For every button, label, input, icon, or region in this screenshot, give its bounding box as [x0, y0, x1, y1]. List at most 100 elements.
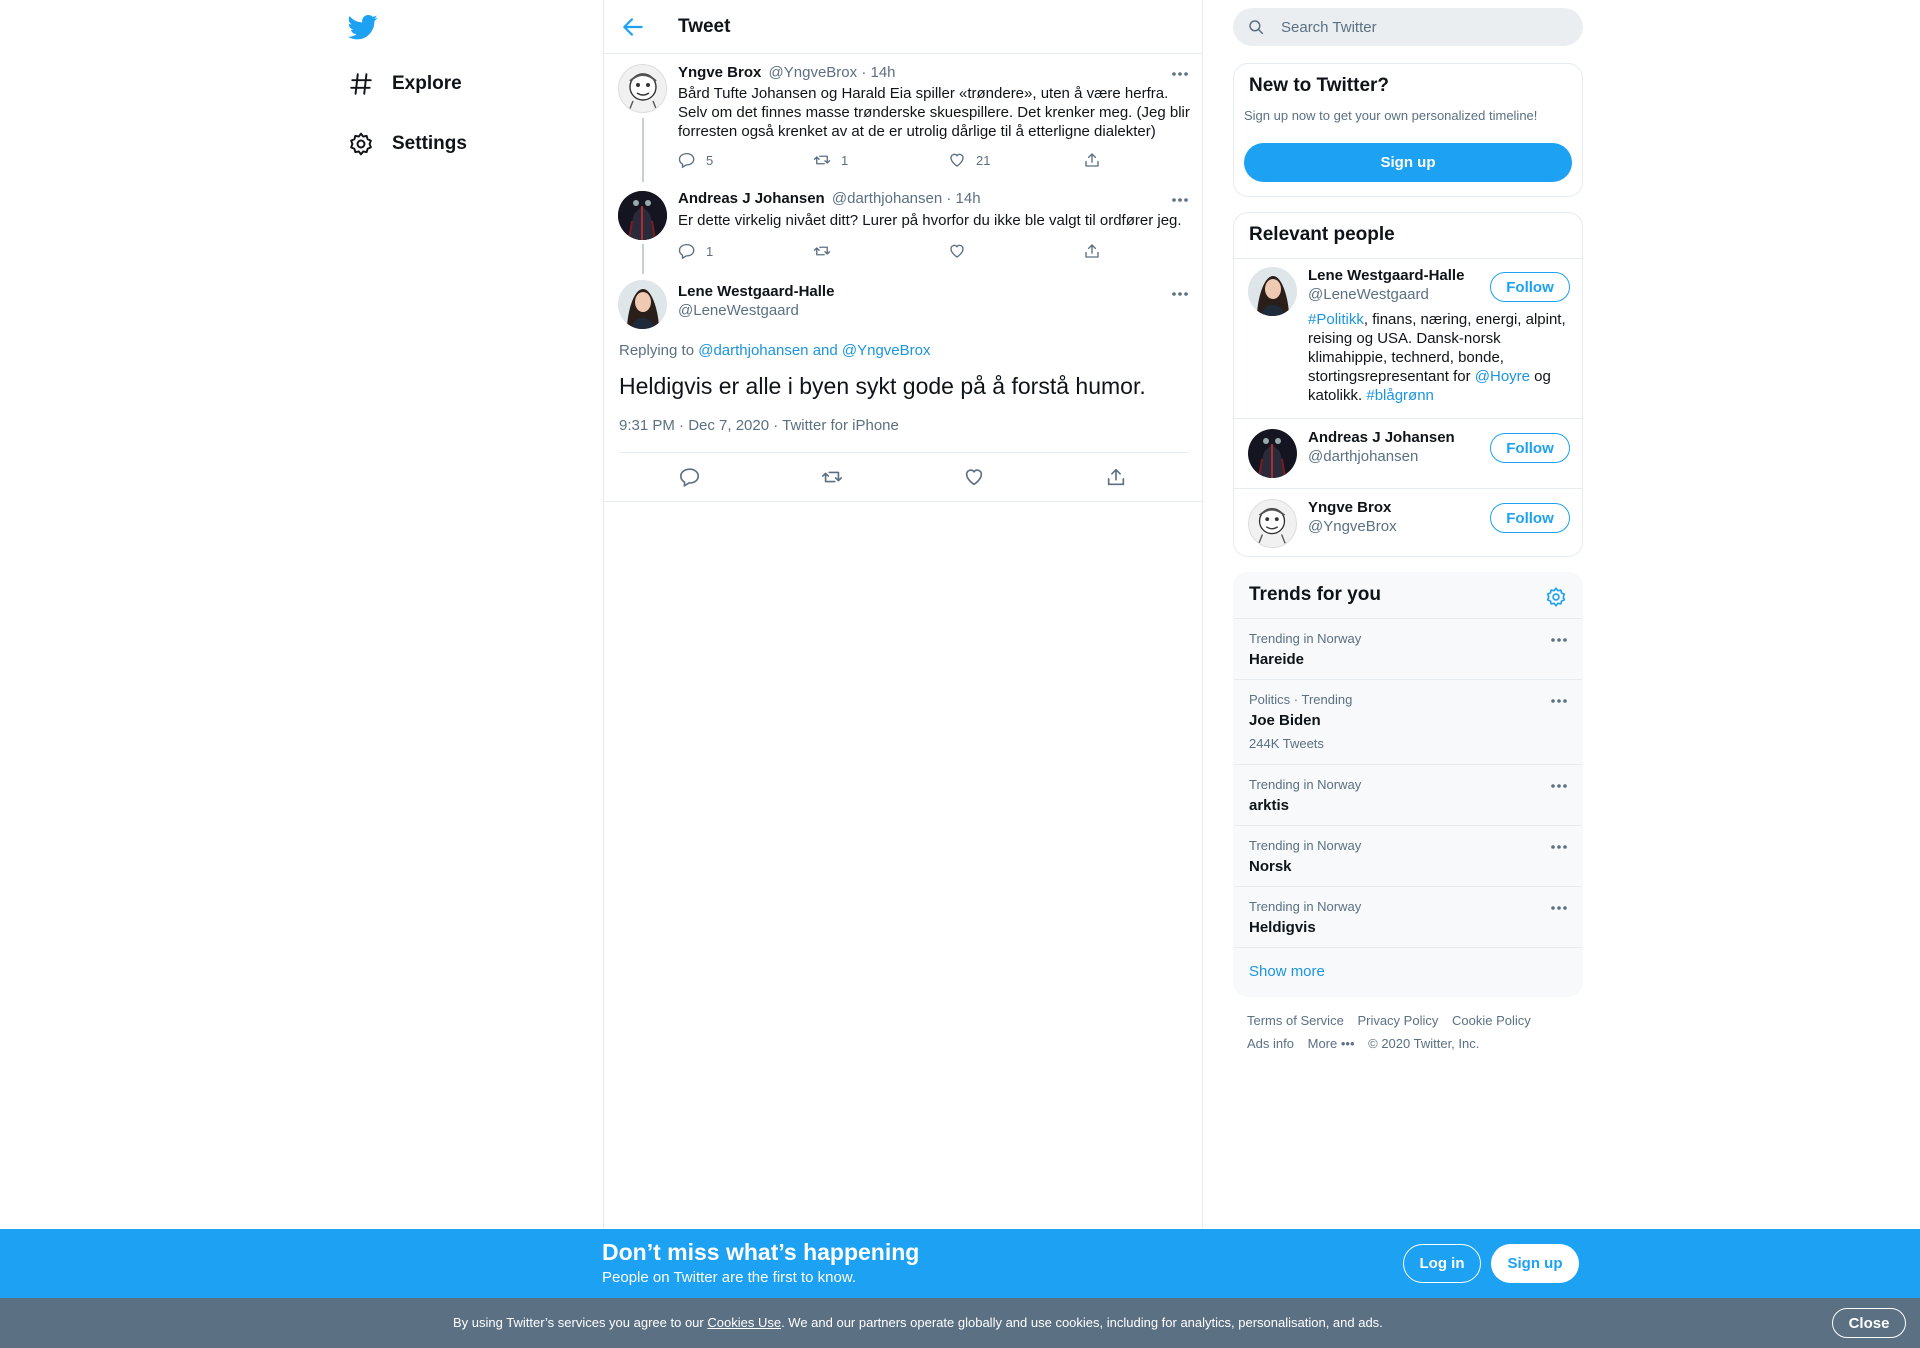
divider	[604, 501, 1204, 502]
nav-settings-label: Settings	[392, 133, 467, 154]
retweet-icon[interactable]	[821, 466, 843, 488]
reply-icon	[678, 152, 695, 169]
show-more-link[interactable]: Show more	[1249, 963, 1325, 980]
close-button[interactable]: Close	[1832, 1308, 1906, 1338]
cookie-suffix: . We and our partners operate globally a…	[781, 1315, 1383, 1330]
author-handle[interactable]: @LeneWestgaard	[678, 302, 799, 319]
bio-mention[interactable]: @Hoyre	[1475, 368, 1530, 385]
person-handle[interactable]: @darthjohansen	[1308, 448, 1418, 465]
trend-context: Trending in Norway	[1249, 631, 1362, 646]
bio-hashtag[interactable]: #blågrønn	[1366, 387, 1434, 404]
login-button[interactable]: Log in	[1403, 1244, 1481, 1283]
trend-name: Hareide	[1249, 651, 1305, 668]
replying-to-link[interactable]: @darthjohansen and @YngveBrox	[698, 342, 930, 359]
author-handle[interactable]: @darthjohansen	[832, 190, 942, 207]
trend-context: Trending in Norway	[1249, 899, 1362, 914]
nav-explore-label: Explore	[392, 73, 462, 94]
author-name[interactable]: Andreas J Johansen	[678, 190, 825, 207]
thread-tweet[interactable]: Yngve Brox @YngveBrox · 14h Bård Tufte J…	[604, 54, 1204, 182]
person-handle[interactable]: @YngveBrox	[1308, 518, 1397, 535]
person-name[interactable]: Lene Westgaard-Halle	[1308, 267, 1464, 284]
trend-item[interactable]: Trending in Norway Norsk	[1234, 825, 1582, 886]
more-options-icon[interactable]	[1549, 842, 1569, 852]
nav-settings[interactable]: Settings	[348, 129, 467, 159]
banner-signup-button[interactable]: Sign up	[1491, 1244, 1579, 1283]
avatar[interactable]	[1248, 429, 1297, 478]
tweet-time[interactable]: · 14h	[861, 64, 895, 81]
reply-button[interactable]: 1	[678, 242, 713, 260]
author-name[interactable]: Lene Westgaard-Halle	[678, 283, 834, 300]
more-options-icon[interactable]	[1170, 68, 1190, 80]
author-handle[interactable]: @YngveBrox	[769, 64, 858, 81]
avatar[interactable]	[618, 64, 667, 113]
trend-item[interactable]: Trending in Norway Heldigvis	[1234, 886, 1582, 947]
share-icon	[1085, 244, 1099, 258]
avatar[interactable]	[1248, 267, 1297, 316]
cookie-bar: By using Twitter’s services you agree to…	[0, 1298, 1920, 1348]
more-options-icon[interactable]	[1549, 781, 1569, 791]
more-options-icon[interactable]	[1549, 635, 1569, 645]
more-options-icon[interactable]	[1170, 194, 1190, 206]
trend-item[interactable]: Trending in Norway arktis	[1234, 764, 1582, 825]
tweet-time[interactable]: · 14h	[946, 190, 980, 207]
reply-icon	[678, 243, 695, 260]
back-arrow-icon[interactable]	[620, 14, 646, 40]
show-more-row[interactable]: Show more	[1234, 947, 1582, 996]
retweet-button[interactable]: 1	[813, 151, 848, 169]
focus-tweet-actions	[604, 454, 1204, 500]
more-options-icon[interactable]	[1549, 696, 1569, 706]
more-options-icon[interactable]	[1170, 288, 1190, 300]
footer-link[interactable]: Ads info	[1247, 1036, 1294, 1051]
bio-hashtag[interactable]: #Politikk	[1308, 311, 1364, 328]
footer-link[interactable]: Terms of Service	[1247, 1013, 1344, 1028]
search-box[interactable]	[1233, 8, 1583, 46]
avatar[interactable]	[618, 191, 667, 240]
author-name[interactable]: Yngve Brox	[678, 64, 761, 81]
card-title: Relevant people	[1249, 224, 1395, 245]
trend-item[interactable]: Trending in Norway Hareide	[1234, 618, 1582, 679]
person-bio: #Politikk, finans, næring, energi, alpin…	[1308, 310, 1568, 405]
avatar[interactable]	[618, 280, 667, 329]
footer-link[interactable]: Privacy Policy	[1357, 1013, 1438, 1028]
share-button[interactable]	[1083, 242, 1111, 260]
follow-button[interactable]: Follow	[1490, 272, 1570, 302]
thread-tweet[interactable]: Andreas J Johansen @darthjohansen · 14h …	[604, 182, 1204, 274]
follow-button[interactable]: Follow	[1490, 433, 1570, 463]
twitter-bird-icon[interactable]	[348, 12, 378, 42]
reply-count: 1	[706, 243, 714, 259]
person-name[interactable]: Yngve Brox	[1308, 499, 1391, 516]
person-item[interactable]: Yngve Brox @YngveBrox Follow	[1234, 488, 1582, 556]
retweet-button[interactable]	[813, 242, 841, 260]
footer-link[interactable]: More •••	[1308, 1036, 1355, 1051]
share-button[interactable]	[1083, 151, 1111, 169]
search-input[interactable]	[1281, 8, 1571, 46]
tweet-text: Bård Tufte Johansen og Harald Eia spille…	[678, 85, 1190, 140]
footer-link[interactable]: Cookie Policy	[1452, 1013, 1531, 1028]
trend-name: arktis	[1249, 797, 1290, 814]
focus-tweet-text: Heldigvis er alle i byen sykt gode på å …	[619, 373, 1146, 399]
divider	[619, 452, 1189, 453]
heart-icon[interactable]	[963, 466, 985, 488]
cookies-use-link[interactable]: Cookies Use	[707, 1315, 781, 1330]
person-item[interactable]: Andreas J Johansen @darthjohansen Follow	[1234, 418, 1582, 488]
more-options-icon[interactable]	[1549, 903, 1569, 913]
tweet-header: Andreas J Johansen @darthjohansen · 14h	[678, 190, 981, 207]
sidebar-signup-button[interactable]: Sign up	[1244, 143, 1572, 182]
reply-button[interactable]: 5	[678, 151, 713, 169]
trends-card: Trends for you Trending in Norway Hareid…	[1233, 572, 1583, 997]
nav-explore[interactable]: Explore	[348, 69, 462, 99]
person-item[interactable]: Lene Westgaard-Halle @LeneWestgaard Foll…	[1234, 258, 1582, 418]
trend-context: Trending in Norway	[1249, 838, 1362, 853]
tweet-timestamp[interactable]: 9:31 PM · Dec 7, 2020 · Twitter for iPho…	[619, 417, 899, 434]
like-button[interactable]: 21	[948, 151, 990, 169]
person-handle[interactable]: @LeneWestgaard	[1308, 286, 1429, 303]
like-button[interactable]	[948, 242, 976, 260]
reply-icon[interactable]	[679, 466, 701, 488]
gear-icon[interactable]	[1545, 586, 1567, 608]
follow-button[interactable]: Follow	[1490, 503, 1570, 533]
hashtag-icon	[350, 73, 372, 95]
trend-item[interactable]: Politics · Trending Joe Biden 244K Tweet…	[1234, 679, 1582, 764]
person-name[interactable]: Andreas J Johansen	[1308, 429, 1455, 446]
avatar[interactable]	[1248, 499, 1297, 548]
share-icon[interactable]	[1105, 466, 1127, 488]
